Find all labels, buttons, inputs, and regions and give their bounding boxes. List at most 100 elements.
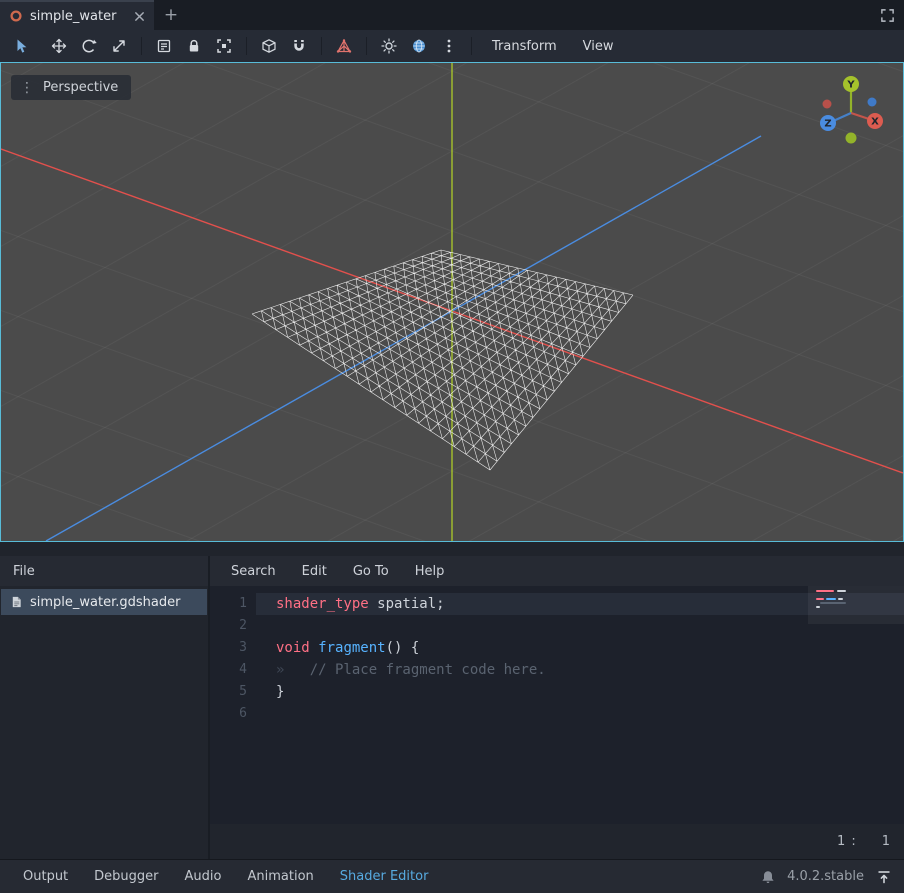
extra-options-dots-icon[interactable]	[434, 33, 464, 59]
file-menu[interactable]: File	[0, 556, 48, 586]
code-text: shader_type spatial;	[256, 593, 445, 615]
tabbar-spacer	[188, 0, 870, 30]
minimap-mark	[838, 598, 843, 600]
code-text: void fragment() {	[256, 637, 419, 659]
shader-file-list: simple_water.gdshader	[0, 586, 210, 859]
code-lines: 1shader_type spatial;23void fragment() {…	[210, 593, 904, 725]
line-number: 2	[210, 615, 256, 637]
scene-tab-bar: simple_water +	[0, 0, 904, 30]
bottom-tab-shader-editor[interactable]: Shader Editor	[327, 860, 442, 893]
line-number: 6	[210, 703, 256, 725]
perspective-label: Perspective	[43, 80, 118, 95]
code-editor[interactable]: 1shader_type spatial;23void fragment() {…	[210, 586, 904, 824]
code-text	[256, 615, 276, 637]
toolbar-separator	[366, 37, 367, 55]
group-icon[interactable]	[209, 33, 239, 59]
caret-column: 1	[882, 834, 890, 849]
code-text: }	[256, 681, 284, 703]
gizmo-z-label: Z	[824, 119, 831, 130]
new-scene-tab-button[interactable]: +	[154, 0, 188, 30]
scale-tool-icon[interactable]	[104, 33, 134, 59]
shader-editor-body: simple_water.gdshader 1shader_type spati…	[0, 586, 904, 859]
code-line[interactable]: 6	[210, 703, 904, 725]
scene-root-icon	[9, 9, 23, 23]
bottom-tab-output[interactable]: Output	[10, 860, 81, 893]
close-tab-icon[interactable]	[134, 11, 145, 22]
toolbar-separator	[471, 37, 472, 55]
gizmo-x-label: X	[871, 117, 879, 128]
gizmo-y-label: Y	[846, 80, 855, 91]
line-number: 4	[210, 659, 256, 681]
minimap-mark	[837, 590, 846, 592]
viewport-canvas[interactable]	[1, 63, 903, 541]
view-menu[interactable]: View	[570, 33, 627, 59]
spatial-toolbar: Transform View	[0, 30, 904, 62]
minimap-mark	[816, 606, 820, 608]
caret-line: 1	[837, 834, 845, 849]
file-panel-header: File	[0, 556, 210, 586]
shader-editor-panel: File Search Edit Go To Help simple_water…	[0, 556, 904, 859]
notifications-bell-icon[interactable]	[761, 870, 775, 884]
caret-position: 1 : 1	[210, 824, 904, 859]
statusbar-right: 4.0.2.stable	[761, 869, 894, 885]
expand-bottom-panel-icon[interactable]	[876, 869, 892, 885]
bottom-tab-animation[interactable]: Animation	[234, 860, 326, 893]
distraction-free-icon[interactable]	[870, 0, 904, 30]
view-axes-gizmo[interactable]: Y X Z	[811, 71, 891, 149]
snap-icon[interactable]	[284, 33, 314, 59]
line-number: 5	[210, 681, 256, 703]
editor-menus: Search Edit Go To Help	[210, 556, 904, 586]
shader-file-item[interactable]: simple_water.gdshader	[1, 589, 207, 615]
minimap-mark	[816, 590, 834, 592]
scene-tab[interactable]: simple_water	[0, 0, 154, 30]
toolbar-separator	[321, 37, 322, 55]
edit-menu[interactable]: Edit	[289, 556, 340, 586]
goto-menu[interactable]: Go To	[340, 556, 402, 586]
shader-file-icon	[10, 595, 23, 609]
code-text	[256, 703, 276, 725]
gizmo-neg-z-ball	[868, 98, 877, 107]
perspective-dots-icon: ⋮	[20, 81, 34, 95]
bottom-tab-debugger[interactable]: Debugger	[81, 860, 171, 893]
help-menu[interactable]: Help	[402, 556, 458, 586]
code-minimap[interactable]	[808, 586, 904, 824]
bottom-tab-audio[interactable]: Audio	[172, 860, 235, 893]
preview-environment-icon[interactable]	[404, 33, 434, 59]
gizmo-neg-x-ball	[823, 100, 832, 109]
code-line[interactable]: 1shader_type spatial;	[210, 593, 904, 615]
code-line[interactable]: 5}	[210, 681, 904, 703]
code-line[interactable]: 3void fragment() {	[210, 637, 904, 659]
mesh-menu-icon[interactable]	[329, 33, 359, 59]
shader-file-name: simple_water.gdshader	[30, 595, 180, 610]
select-tool-icon[interactable]	[6, 33, 36, 59]
move-tool-icon[interactable]	[44, 33, 74, 59]
caret-separator: :	[851, 834, 855, 849]
code-line[interactable]: 4» // Place fragment code here.	[210, 659, 904, 681]
gizmo-neg-y-ball	[846, 133, 857, 144]
engine-version[interactable]: 4.0.2.stable	[787, 869, 864, 884]
preview-sunlight-icon[interactable]	[374, 33, 404, 59]
code-line[interactable]: 2	[210, 615, 904, 637]
bottom-dock-bar: Output Debugger Audio Animation Shader E…	[0, 859, 904, 893]
rotate-tool-icon[interactable]	[74, 33, 104, 59]
godot-editor-window: simple_water +	[0, 0, 904, 893]
perspective-menu[interactable]: ⋮ Perspective	[11, 75, 131, 100]
line-number: 1	[210, 593, 256, 615]
minimap-mark	[820, 602, 846, 604]
selection-list-icon[interactable]	[149, 33, 179, 59]
lock-icon[interactable]	[179, 33, 209, 59]
code-text: » // Place fragment code here.	[256, 659, 546, 681]
panel-resize-handle[interactable]	[0, 542, 904, 556]
transform-menu[interactable]: Transform	[479, 33, 570, 59]
code-editor-column: 1shader_type spatial;23void fragment() {…	[210, 586, 904, 859]
viewport-3d[interactable]: ⋮ Perspective Y X Z	[0, 62, 904, 542]
shader-editor-header: File Search Edit Go To Help	[0, 556, 904, 586]
toolbar-separator	[141, 37, 142, 55]
minimap-mark	[826, 598, 836, 600]
line-number: 3	[210, 637, 256, 659]
local-space-icon[interactable]	[254, 33, 284, 59]
toolbar-separator	[246, 37, 247, 55]
minimap-mark	[816, 598, 824, 600]
scene-tab-title: simple_water	[30, 9, 127, 24]
search-menu[interactable]: Search	[218, 556, 289, 586]
